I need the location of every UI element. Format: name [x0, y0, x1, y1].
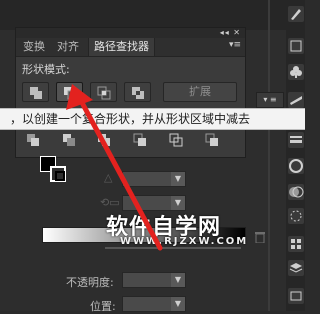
intersect-icon: [97, 86, 111, 100]
panel-divider: [268, 0, 270, 311]
crop-button[interactable]: [127, 130, 154, 150]
club-symbol-icon[interactable]: [288, 64, 304, 80]
trim-button[interactable]: [56, 130, 83, 150]
trash-icon[interactable]: [253, 231, 267, 243]
minus-back-icon: [205, 133, 218, 146]
chevron-down-icon: ▼: [171, 172, 185, 186]
panel-title-strip[interactable]: [16, 28, 245, 38]
exclude-icon: [132, 87, 144, 99]
unite-button[interactable]: [22, 82, 49, 102]
outline-icon: [169, 133, 183, 147]
position-label: 位置:: [90, 300, 116, 313]
brush-tool-icon[interactable]: [288, 6, 304, 22]
brushes-icon[interactable]: [288, 92, 304, 108]
gradient-panel-icon[interactable]: [288, 158, 304, 174]
angle-dropdown[interactable]: ▼: [122, 171, 186, 187]
opacity-label: 不透明度:: [66, 276, 114, 289]
angle-icon: △: [104, 171, 113, 184]
minus-front-icon: [64, 87, 77, 100]
chevron-down-icon: ▼: [171, 196, 185, 210]
tooltip: ，以创建一个复合形状，并从形状区域中减去: [0, 108, 305, 130]
watermark-url: WWW.RJZXW.COM: [120, 236, 249, 247]
intersect-button[interactable]: [90, 82, 117, 102]
tab-transform[interactable]: 变换: [18, 38, 50, 56]
app-top-strip: [0, 0, 305, 30]
stroke-panel-icon[interactable]: [288, 132, 304, 148]
libraries-icon[interactable]: [288, 38, 304, 54]
divide-button[interactable]: [20, 130, 47, 150]
expand-button[interactable]: 扩展: [163, 82, 237, 102]
trim-icon: [63, 134, 75, 146]
right-toolbar: [286, 0, 305, 311]
position-dropdown[interactable]: ▼: [122, 296, 186, 312]
transparency-panel-icon[interactable]: [288, 184, 304, 200]
minus-back-button[interactable]: [199, 130, 226, 150]
control-bar-menu-icon[interactable]: ▾ ≡: [256, 92, 284, 108]
merge-icon: [98, 134, 110, 146]
stroke-swatch[interactable]: [50, 166, 66, 182]
aspect-ratio-icon: ⟲▭: [100, 196, 120, 209]
crop-icon: [133, 133, 146, 146]
tab-align[interactable]: 对齐: [52, 38, 84, 56]
gradient-stop-track: [105, 247, 241, 249]
divide-icon: [27, 134, 39, 146]
layers-panel-icon[interactable]: [288, 260, 304, 276]
symbols-panel-icon[interactable]: [288, 236, 304, 252]
merge-button[interactable]: [91, 130, 118, 150]
opacity-dropdown[interactable]: ▼: [122, 272, 186, 288]
unite-icon: [30, 87, 42, 99]
panel-menu-icon[interactable]: ▾≡: [229, 40, 241, 50]
appearance-panel-icon[interactable]: [288, 208, 304, 224]
panel-collapse-icon[interactable]: ◂◂ ✕: [220, 28, 241, 37]
minus-front-button[interactable]: [56, 82, 83, 102]
outline-button[interactable]: [163, 130, 190, 150]
tab-pathfinder[interactable]: 路径查找器: [88, 38, 155, 56]
chevron-down-icon: ▼: [171, 273, 185, 287]
panel-tab-bar: 变换 对齐 路径查找器: [16, 38, 245, 57]
artboards-panel-icon[interactable]: [288, 288, 304, 304]
shape-modes-label: 形状模式:: [22, 63, 70, 76]
exclude-button[interactable]: [124, 82, 151, 102]
chevron-down-icon: ▼: [171, 297, 185, 311]
